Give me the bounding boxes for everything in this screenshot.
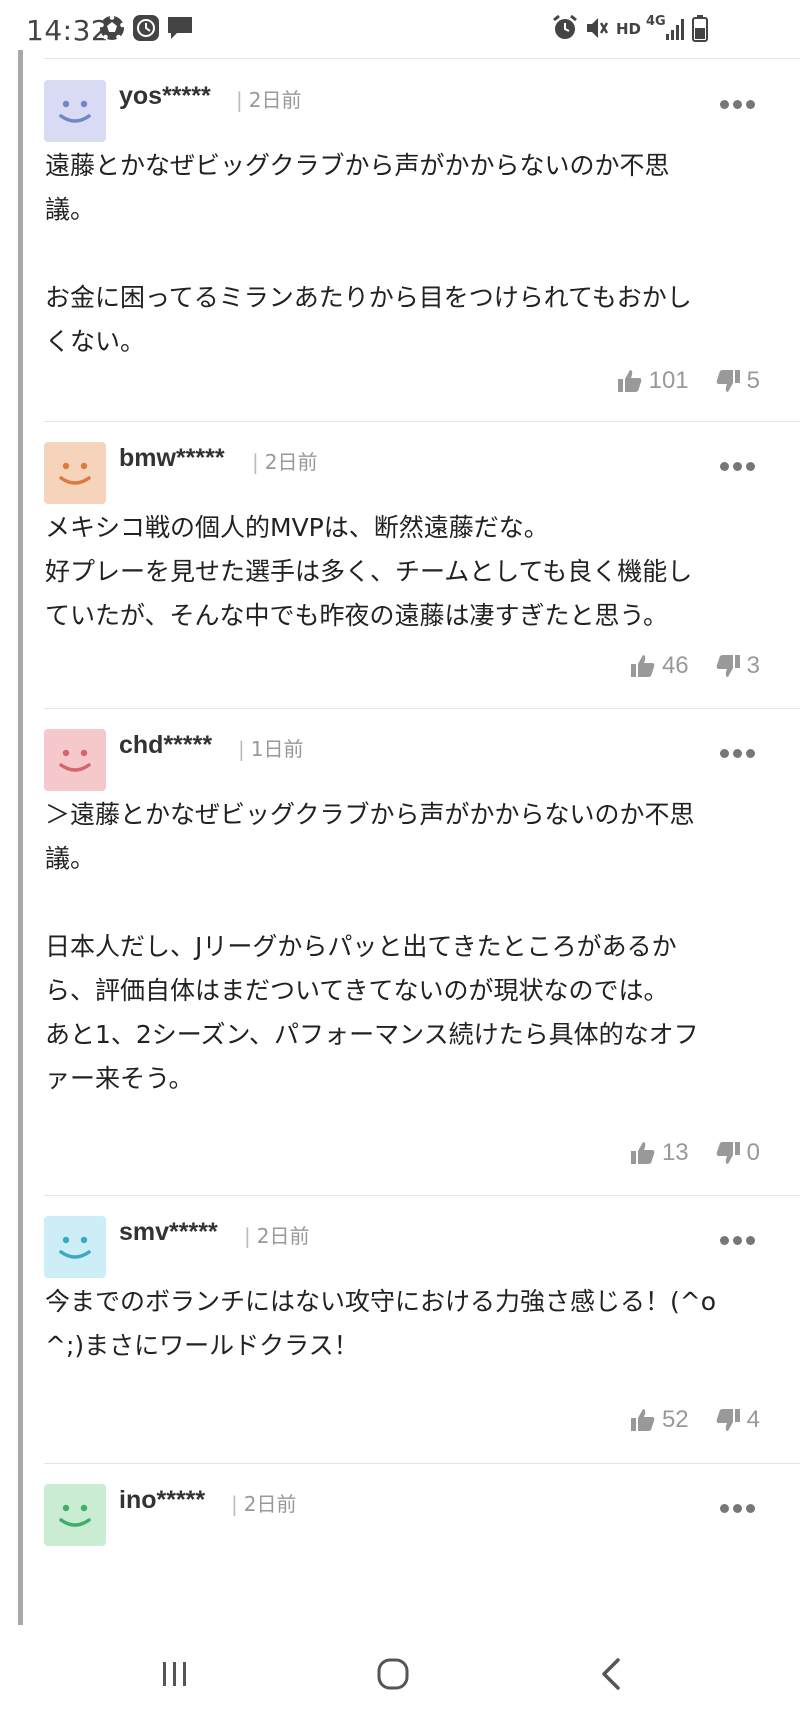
like-button[interactable]: 101 (617, 367, 689, 395)
like-button[interactable]: 52 (630, 1406, 689, 1434)
comment-time: | 2日前 (236, 88, 302, 112)
comment-time: | 2日前 (244, 1224, 310, 1248)
more-options-icon[interactable] (720, 94, 760, 109)
dislike-button[interactable]: 3 (715, 652, 760, 680)
alarm-icon (553, 14, 577, 39)
avatar[interactable] (44, 1484, 106, 1546)
avatar[interactable] (44, 80, 106, 142)
dislike-count: 0 (746, 1139, 760, 1166)
comment-text: 今までのボランチにはない攻守における力強さ感じる！(^o ^;)まさにワールドク… (45, 1287, 716, 1360)
avatar[interactable] (44, 1216, 106, 1278)
like-button[interactable]: 13 (630, 1139, 689, 1167)
dislike-button[interactable]: 4 (715, 1406, 760, 1434)
like-count: 52 (661, 1406, 689, 1433)
dislike-count: 5 (746, 367, 760, 394)
divider (44, 58, 800, 59)
network-label: HD (616, 20, 642, 38)
signal-icon (666, 19, 684, 40)
mute-icon (587, 18, 609, 38)
vote-bar: 52 4 (630, 1405, 760, 1435)
thread-indicator-line (18, 50, 23, 1625)
comment-time: | 1日前 (238, 737, 304, 761)
thumbs-up-icon (630, 655, 655, 677)
signal-type-label: 4G (646, 14, 666, 29)
thumbs-down-icon (716, 1142, 740, 1164)
status-time: 14:32 (26, 14, 110, 47)
dislike-count: 4 (746, 1406, 760, 1433)
comment-item: yos***** | 2日前 遠藤とかなぜビッグクラブから声がかからないのか不思 … (44, 60, 800, 422)
thumbs-down-icon (716, 1409, 740, 1431)
comment-item: bmw***** | 2日前 メキシコ戦の個人的MVPは、断然遠藤だな。 好プレー… (44, 422, 800, 709)
status-bar: 14:32 HD 4G (0, 0, 800, 60)
comment-username[interactable]: yos***** (119, 82, 211, 111)
more-options-icon[interactable] (720, 1230, 760, 1245)
comment-username[interactable]: chd***** (119, 731, 212, 760)
comment-text: 遠藤とかなぜビッグクラブから声がかからないのか不思 議。 お金に困ってるミランあ… (45, 151, 692, 356)
more-options-icon[interactable] (720, 456, 760, 471)
like-button[interactable]: 46 (630, 652, 689, 680)
thumbs-up-icon (630, 1142, 655, 1164)
dislike-count: 3 (746, 652, 760, 679)
vote-bar: 101 5 (617, 366, 760, 396)
avatar[interactable] (44, 442, 106, 504)
comment-username[interactable]: smv***** (119, 1218, 218, 1247)
comment-time: | 2日前 (231, 1492, 297, 1516)
vote-bar: 13 0 (630, 1138, 760, 1168)
like-count: 13 (661, 1139, 689, 1166)
comment-time: | 2日前 (252, 450, 318, 474)
soccer-ball-icon (99, 15, 125, 40)
avatar[interactable] (44, 729, 106, 791)
comment-item: smv***** | 2日前 今までのボランチにはない攻守における力強さ感じる！(… (44, 1196, 800, 1464)
comment-username[interactable]: bmw***** (119, 444, 225, 473)
comment-feed[interactable]: yos***** | 2日前 遠藤とかなぜビッグクラブから声がかからないのか不思 … (44, 60, 800, 1628)
more-options-icon[interactable] (720, 743, 760, 758)
dislike-button[interactable]: 5 (715, 367, 760, 395)
comment-text: ＞遠藤とかなぜビッグクラブから声がかからないのか不思 議。 日本人だし、Jリーグ… (45, 800, 699, 1093)
comment-item: chd***** | 1日前 ＞遠藤とかなぜビッグクラブから声がかからないのか不思… (44, 709, 800, 1196)
thumbs-down-icon (716, 655, 740, 677)
home-icon[interactable] (373, 1654, 413, 1694)
thumbs-down-icon (716, 370, 740, 392)
comment-item: ino***** | 2日前 (44, 1464, 800, 1628)
thumbs-up-icon (630, 1409, 655, 1431)
system-navigation-bar (0, 1628, 800, 1716)
like-count: 46 (661, 652, 689, 679)
comment-text: メキシコ戦の個人的MVPは、断然遠藤だな。 好プレーを見せた選手は多く、チームと… (45, 513, 693, 630)
recent-apps-icon[interactable] (155, 1654, 195, 1694)
like-count: 101 (648, 367, 689, 394)
clock-app-icon (133, 15, 159, 41)
comment-username[interactable]: ino***** (119, 1486, 205, 1515)
message-icon (168, 17, 192, 39)
battery-icon (692, 15, 708, 42)
dislike-button[interactable]: 0 (715, 1139, 760, 1167)
thumbs-up-icon (617, 370, 641, 392)
back-icon[interactable] (592, 1654, 632, 1694)
vote-bar: 46 3 (630, 651, 760, 681)
more-options-icon[interactable] (720, 1498, 760, 1513)
